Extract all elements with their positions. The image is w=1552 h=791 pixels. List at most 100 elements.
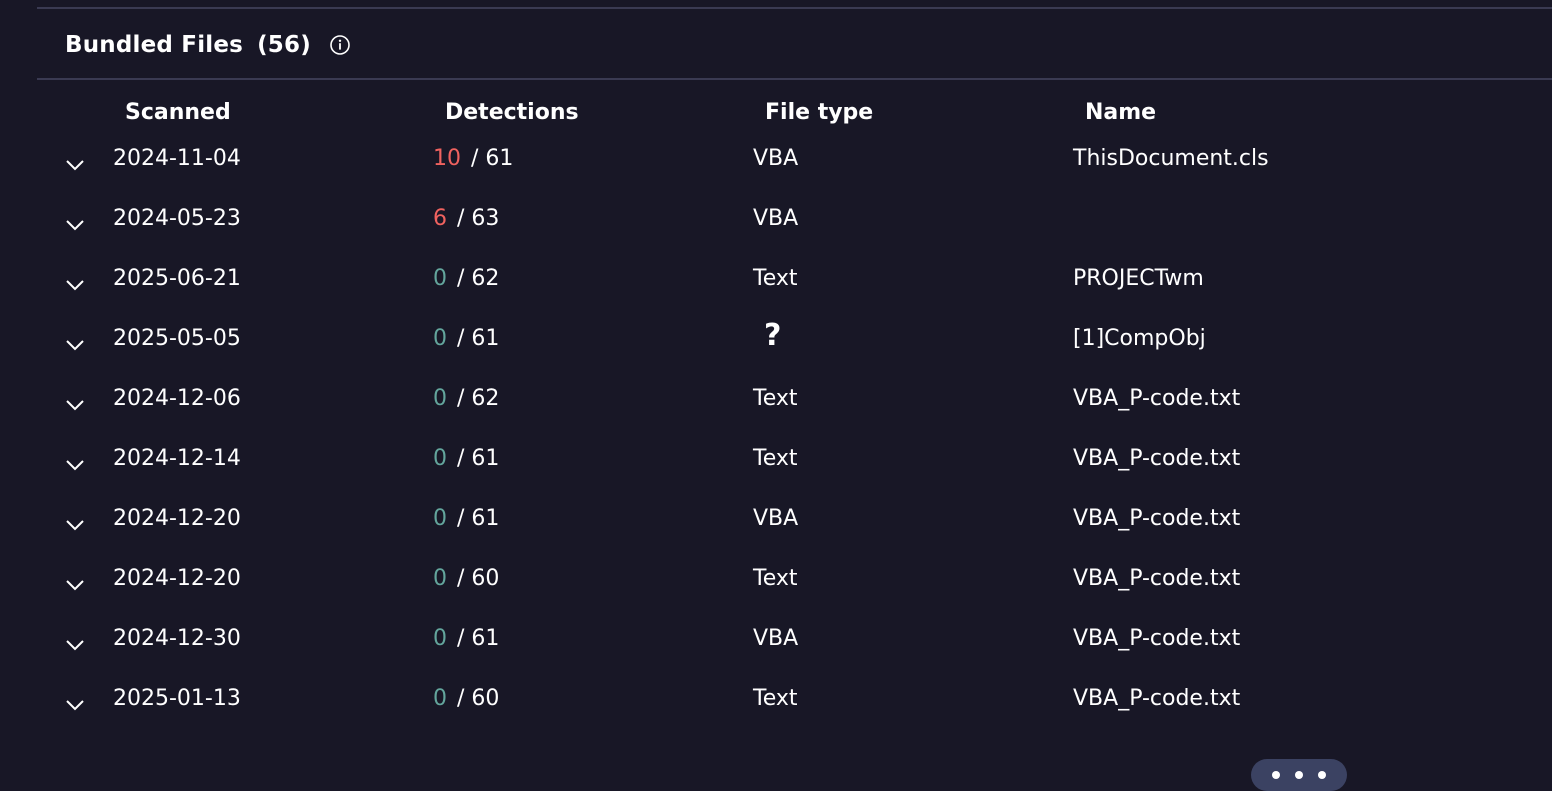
detections-cell: 0 / 62 <box>433 386 499 411</box>
detections-cell: 0 / 61 <box>433 626 499 651</box>
scanned-date: 2024-12-06 <box>113 386 241 411</box>
column-header-detections[interactable]: Detections <box>445 100 579 125</box>
bundled-files-panel: Bundled Files (56) Scanned Detections Fi… <box>37 0 1552 790</box>
detections-cell: 0 / 61 <box>433 506 499 531</box>
chevron-down-icon[interactable] <box>65 273 85 291</box>
detections-separator: / <box>457 206 472 231</box>
chevron-down-icon[interactable] <box>65 333 85 351</box>
detections-cell: 0 / 61 <box>433 326 499 351</box>
file-type: VBA <box>753 146 799 171</box>
detections-separator: / <box>457 386 472 411</box>
chevron-down-icon[interactable] <box>65 153 85 171</box>
table-row[interactable]: 2024-05-23 6 / 63 VBA <box>37 192 1552 252</box>
engines-total: 60 <box>471 686 500 711</box>
engines-total: 61 <box>471 506 500 531</box>
more-horizontal-icon <box>1272 771 1280 779</box>
table-row[interactable]: 2025-05-05 0 / 61 ? [1]CompObj <box>37 312 1552 372</box>
detections-separator: / <box>457 266 472 291</box>
scanned-date: 2024-12-14 <box>113 446 241 471</box>
detections-count: 0 <box>433 326 447 351</box>
scanned-date: 2024-12-20 <box>113 566 241 591</box>
more-horizontal-icon <box>1318 771 1326 779</box>
table-row[interactable]: 2025-01-13 0 / 60 Text VBA_P-code.txt <box>37 672 1552 732</box>
detections-separator: / <box>457 686 472 711</box>
detections-count: 6 <box>433 206 447 231</box>
table-row[interactable]: 2024-12-20 0 / 60 Text VBA_P-code.txt <box>37 552 1552 612</box>
table-body: 2024-11-04 10 / 61 VBA ThisDocument.cls 2… <box>37 132 1552 732</box>
section-title: Bundled Files <box>65 32 244 58</box>
file-name[interactable]: VBA_P-code.txt <box>1073 626 1240 651</box>
file-name[interactable]: VBA_P-code.txt <box>1073 446 1240 471</box>
column-header-file-type[interactable]: File type <box>765 100 873 125</box>
chevron-down-icon[interactable] <box>65 213 85 231</box>
detections-count: 0 <box>433 386 447 411</box>
scanned-date: 2025-01-13 <box>113 686 241 711</box>
file-type: Text <box>753 566 798 591</box>
file-name[interactable]: ThisDocument.cls <box>1073 146 1269 171</box>
scanned-date: 2024-05-23 <box>113 206 241 231</box>
detections-count: 0 <box>433 506 447 531</box>
column-header-name[interactable]: Name <box>1085 100 1156 125</box>
detections-count: 0 <box>433 626 447 651</box>
file-type: VBA <box>753 626 799 651</box>
chevron-down-icon[interactable] <box>65 633 85 651</box>
detections-cell: 0 / 62 <box>433 266 499 291</box>
detections-count: 10 <box>433 146 461 171</box>
file-type: Text <box>753 266 798 291</box>
engines-total: 62 <box>471 386 500 411</box>
table-row[interactable]: 2024-12-30 0 / 61 VBA VBA_P-code.txt <box>37 612 1552 672</box>
table-row[interactable]: 2024-11-04 10 / 61 VBA ThisDocument.cls <box>37 132 1552 192</box>
table-row[interactable]: 2024-12-06 0 / 62 Text VBA_P-code.txt <box>37 372 1552 432</box>
detections-separator: / <box>457 326 472 351</box>
detections-cell: 0 / 61 <box>433 446 499 471</box>
top-divider <box>37 7 1552 9</box>
file-name[interactable]: VBA_P-code.txt <box>1073 386 1240 411</box>
detections-separator: / <box>457 446 472 471</box>
detections-cell: 0 / 60 <box>433 686 499 711</box>
engines-total: 63 <box>471 206 500 231</box>
info-circle-icon[interactable] <box>329 34 351 56</box>
file-name[interactable]: [1]CompObj <box>1073 326 1206 351</box>
detections-cell: 6 / 63 <box>433 206 499 231</box>
file-type: VBA <box>753 506 799 531</box>
detections-count: 0 <box>433 266 447 291</box>
file-type: Text <box>753 686 798 711</box>
table-row[interactable]: 2024-12-20 0 / 61 VBA VBA_P-code.txt <box>37 492 1552 552</box>
detections-separator: / <box>457 626 472 651</box>
file-name[interactable]: VBA_P-code.txt <box>1073 686 1240 711</box>
file-type: VBA <box>753 206 799 231</box>
detections-count: 0 <box>433 566 447 591</box>
engines-total: 60 <box>471 566 500 591</box>
scanned-date: 2025-06-21 <box>113 266 241 291</box>
detections-count: 0 <box>433 686 447 711</box>
engines-total: 62 <box>471 266 500 291</box>
detections-cell: 0 / 60 <box>433 566 499 591</box>
file-name[interactable]: VBA_P-code.txt <box>1073 506 1240 531</box>
more-horizontal-icon <box>1295 771 1303 779</box>
section-count: (56) <box>257 32 311 58</box>
section-header: Bundled Files (56) <box>65 28 351 62</box>
chevron-down-icon[interactable] <box>65 573 85 591</box>
chevron-down-icon[interactable] <box>65 393 85 411</box>
scanned-date: 2024-12-30 <box>113 626 241 651</box>
scanned-date: 2024-12-20 <box>113 506 241 531</box>
scanned-date: 2025-05-05 <box>113 326 241 351</box>
chevron-down-icon[interactable] <box>65 513 85 531</box>
unknown-file-type-icon: ? <box>764 318 782 353</box>
column-header-scanned[interactable]: Scanned <box>125 100 231 125</box>
more-button[interactable] <box>1251 759 1347 791</box>
table-row[interactable]: 2024-12-14 0 / 61 Text VBA_P-code.txt <box>37 432 1552 492</box>
engines-total: 61 <box>471 446 500 471</box>
header-divider <box>37 78 1552 80</box>
file-name[interactable]: PROJECTwm <box>1073 266 1204 291</box>
detections-separator: / <box>471 146 486 171</box>
file-name[interactable]: VBA_P-code.txt <box>1073 566 1240 591</box>
detections-cell: 10 / 61 <box>433 146 513 171</box>
chevron-down-icon[interactable] <box>65 453 85 471</box>
file-type: Text <box>753 386 798 411</box>
chevron-down-icon[interactable] <box>65 693 85 711</box>
detections-count: 0 <box>433 446 447 471</box>
table-header: Scanned Detections File type Name <box>37 100 1552 134</box>
engines-total: 61 <box>485 146 514 171</box>
table-row[interactable]: 2025-06-21 0 / 62 Text PROJECTwm <box>37 252 1552 312</box>
